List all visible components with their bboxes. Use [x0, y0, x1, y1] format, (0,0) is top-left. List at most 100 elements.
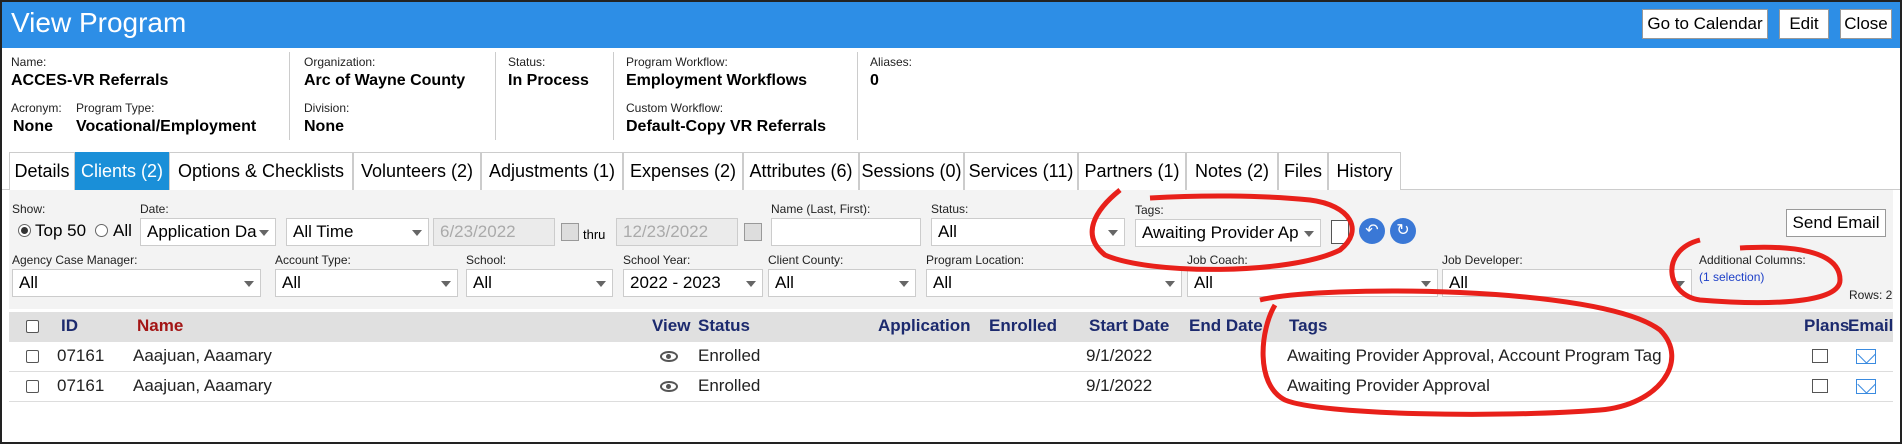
additional-columns-link[interactable]: (1 selection)	[1699, 270, 1764, 284]
agency-case-manager-select[interactable]: All	[12, 269, 261, 297]
tab-sessions[interactable]: Sessions (0)	[859, 152, 964, 190]
tab-volunteers[interactable]: Volunteers (2)	[353, 152, 481, 190]
row-status: Enrolled	[698, 346, 761, 365]
chevron-down-icon	[1421, 281, 1431, 287]
calendar-icon[interactable]	[561, 223, 579, 241]
column-end-date[interactable]: End Date	[1189, 316, 1263, 336]
chevron-down-icon	[1108, 230, 1118, 236]
email-icon[interactable]	[1856, 379, 1876, 394]
email-icon[interactable]	[1856, 349, 1876, 364]
tab-details[interactable]: Details	[9, 152, 75, 190]
edit-button[interactable]: Edit	[1779, 9, 1829, 39]
custom-workflow-label: Custom Workflow:	[626, 101, 724, 115]
job-coach-select[interactable]: All	[1187, 269, 1438, 297]
eye-icon[interactable]	[660, 381, 678, 392]
row-checkbox[interactable]	[26, 380, 39, 393]
column-application[interactable]: Application	[878, 316, 971, 336]
refresh-icon[interactable]: ↻	[1390, 218, 1416, 244]
divider	[613, 52, 614, 140]
job-coach-label: Job Coach:	[1187, 253, 1248, 267]
organization-label: Organization:	[304, 55, 376, 69]
tab-services[interactable]: Services (11)	[964, 152, 1078, 190]
client-county-value: All	[775, 273, 794, 292]
additional-columns-label: Additional Columns:	[1699, 253, 1806, 267]
column-enrolled[interactable]: Enrolled	[989, 316, 1057, 336]
name-value: ACCES-VR Referrals	[11, 72, 169, 89]
client-county-label: Client County:	[768, 253, 844, 267]
chevron-down-icon	[1165, 281, 1175, 287]
column-start-date[interactable]: Start Date	[1089, 316, 1169, 336]
aliases-value: 0	[870, 72, 879, 89]
account-type-label: Account Type:	[275, 253, 351, 267]
eye-icon[interactable]	[660, 351, 678, 362]
tab-clients[interactable]: Clients (2)	[75, 152, 169, 190]
row-id: 07161	[57, 376, 105, 395]
tags-select[interactable]: Awaiting Provider Ap	[1135, 219, 1321, 247]
client-county-select[interactable]: All	[768, 269, 916, 297]
account-type-value: All	[282, 273, 301, 292]
table-row[interactable]: 07161 Aaajuan, Aaamary Enrolled 9/1/2022…	[9, 342, 1893, 372]
select-all-checkbox[interactable]	[26, 320, 39, 333]
chevron-down-icon	[899, 281, 909, 287]
agency-case-manager-label: Agency Case Manager:	[12, 253, 138, 267]
column-name[interactable]: Name	[137, 316, 183, 336]
job-developer-label: Job Developer:	[1442, 253, 1523, 267]
division-value: None	[304, 118, 344, 135]
add-plan-icon[interactable]	[1812, 349, 1828, 363]
status-filter-label: Status:	[931, 202, 969, 216]
tab-options-checklists[interactable]: Options & Checklists	[169, 152, 353, 190]
column-id[interactable]: ID	[61, 316, 78, 336]
client-name-label: Name (Last, First):	[771, 202, 871, 216]
tab-notes[interactable]: Notes (2)	[1186, 152, 1278, 190]
program-location-select[interactable]: All	[926, 269, 1182, 297]
chevron-down-icon	[746, 281, 756, 287]
organization-value: Arc of Wayne County	[304, 72, 466, 89]
tab-attributes[interactable]: Attributes (6)	[743, 152, 859, 190]
all-radio[interactable]	[95, 224, 108, 237]
status-label: Status:	[508, 55, 546, 69]
client-name-input[interactable]	[771, 218, 921, 246]
tab-partners[interactable]: Partners (1)	[1078, 152, 1186, 190]
job-developer-select[interactable]: All	[1442, 269, 1692, 297]
send-email-button[interactable]: Send Email	[1786, 209, 1886, 237]
account-type-select[interactable]: All	[275, 269, 458, 297]
column-status[interactable]: Status	[698, 316, 750, 336]
export-icon[interactable]	[1331, 220, 1349, 244]
close-button[interactable]: Close	[1840, 9, 1892, 39]
divider	[495, 52, 496, 140]
workflow-value: Employment Workflows	[626, 72, 808, 89]
school-year-label: School Year:	[623, 253, 691, 267]
tab-history[interactable]: History	[1328, 152, 1401, 190]
date-range-select[interactable]: All Time	[286, 218, 429, 246]
division-label: Division:	[304, 101, 350, 115]
go-to-calendar-button[interactable]: Go to Calendar	[1642, 9, 1768, 39]
date-from-input[interactable]: 6/23/2022	[433, 218, 555, 246]
row-name[interactable]: Aaajuan, Aaamary	[133, 376, 272, 396]
school-value: All	[473, 273, 492, 292]
date-type-select[interactable]: Application Da	[140, 218, 276, 246]
tab-expenses[interactable]: Expenses (2)	[623, 152, 743, 190]
column-tags[interactable]: Tags	[1289, 316, 1327, 336]
status-select[interactable]: All	[931, 218, 1125, 246]
row-checkbox[interactable]	[26, 350, 39, 363]
custom-workflow-value: Default-Copy VR Referrals	[626, 118, 827, 135]
chevron-down-icon	[441, 281, 451, 287]
program-window: View Program Go to Calendar Edit Close N…	[0, 0, 1902, 444]
top50-radio[interactable]	[18, 224, 31, 237]
tab-files[interactable]: Files	[1278, 152, 1328, 190]
date-to-input[interactable]: 12/23/2022	[616, 218, 738, 246]
undo-icon[interactable]: ↶	[1359, 218, 1385, 244]
divider	[289, 52, 290, 140]
table-row[interactable]: 07161 Aaajuan, Aaamary Enrolled 9/1/2022…	[9, 372, 1893, 402]
chevron-down-icon	[412, 230, 422, 236]
all-label: All	[113, 221, 132, 240]
school-select[interactable]: All	[466, 269, 613, 297]
row-name[interactable]: Aaajuan, Aaamary	[133, 346, 272, 366]
tab-adjustments[interactable]: Adjustments (1)	[481, 152, 623, 190]
job-coach-value: All	[1194, 273, 1213, 292]
school-year-select[interactable]: 2022 - 2023	[623, 269, 763, 297]
calendar-icon[interactable]	[744, 223, 762, 241]
column-email: Email	[1848, 316, 1894, 335]
thru-label: thru	[583, 227, 606, 242]
add-plan-icon[interactable]	[1812, 379, 1828, 393]
